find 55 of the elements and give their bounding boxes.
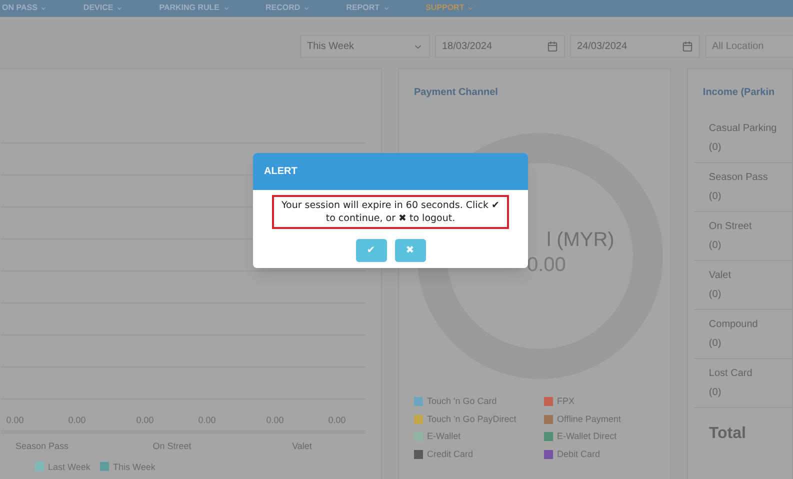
caret-icon — [40, 4, 48, 12]
income-label: Lost Card — [708, 367, 754, 381]
legend-label: E-Wallet — [427, 430, 461, 443]
axis-label: Season Pass — [15, 441, 69, 451]
data-label: 0.00 — [6, 415, 24, 425]
legend-label: Last Week — [48, 462, 90, 472]
income-label: Casual Parking — [708, 122, 778, 136]
legend-label: E-Wallet Direct — [557, 430, 617, 443]
caret-icon — [222, 4, 230, 12]
data-label: 0.00 — [136, 415, 154, 425]
legend-label: Touch 'n Go Card — [427, 395, 497, 408]
income-value: (0) — [708, 239, 722, 253]
data-label: 0.00 — [198, 415, 216, 425]
card-title: Payment Channel — [414, 86, 499, 100]
legend-label: This Week — [113, 462, 156, 472]
axis-label: On Street — [152, 441, 192, 451]
income-label: Season Pass — [708, 171, 769, 185]
income-label: On Street — [708, 220, 753, 234]
income-value: (0) — [708, 386, 722, 400]
calendar-icon — [547, 41, 558, 52]
data-label: 0.00 — [328, 415, 346, 425]
alert-message: Your session will expire in 60 seconds. Click ✔ to continue, or ✖ to logout. — [272, 195, 509, 229]
income-label: Valet — [708, 269, 732, 283]
nav-item[interactable]: ON PASS — [2, 4, 48, 12]
nav-item[interactable]: DEVICE — [83, 4, 124, 12]
legend-label: FPX — [557, 395, 575, 408]
income-value: (0) — [708, 337, 722, 351]
dialog-title: ALERT — [264, 165, 298, 179]
date-field[interactable]: 24/03/2024 — [570, 35, 700, 58]
nav-item[interactable]: REPORT — [346, 4, 390, 12]
legend-label: Touch 'n Go PayDirect — [427, 412, 516, 426]
data-label: 0.00 — [266, 415, 284, 425]
caret-icon — [116, 4, 124, 12]
caret-icon — [382, 4, 390, 12]
nav-item[interactable]: RECORD — [266, 4, 310, 12]
income-value: (0) — [708, 190, 722, 204]
data-label: 0.00 — [68, 415, 86, 425]
period-select[interactable]: This Week — [300, 35, 430, 58]
caret-icon — [303, 4, 310, 12]
total-label: Total — [708, 424, 747, 444]
calendar-icon — [682, 41, 693, 52]
date-field[interactable]: 18/03/2024 — [435, 35, 565, 58]
caret-icon — [467, 4, 474, 12]
nav-item[interactable]: PARKING RULE — [159, 4, 230, 12]
nav-item[interactable]: SUPPORT — [426, 4, 474, 12]
legend-label: Debit Card — [557, 448, 600, 460]
axis-label: Valet — [292, 441, 312, 451]
legend-label: Credit Card — [427, 448, 474, 460]
card-title: Income (Parkin — [702, 86, 776, 100]
confirm-button[interactable]: ✔ — [356, 239, 386, 262]
cancel-button[interactable]: ✖ — [394, 239, 426, 262]
income-label: Compound — [708, 318, 759, 332]
income-value: (0) — [708, 288, 722, 302]
legend-label: Offline Payment — [557, 412, 621, 426]
income-value: (0) — [708, 141, 722, 155]
